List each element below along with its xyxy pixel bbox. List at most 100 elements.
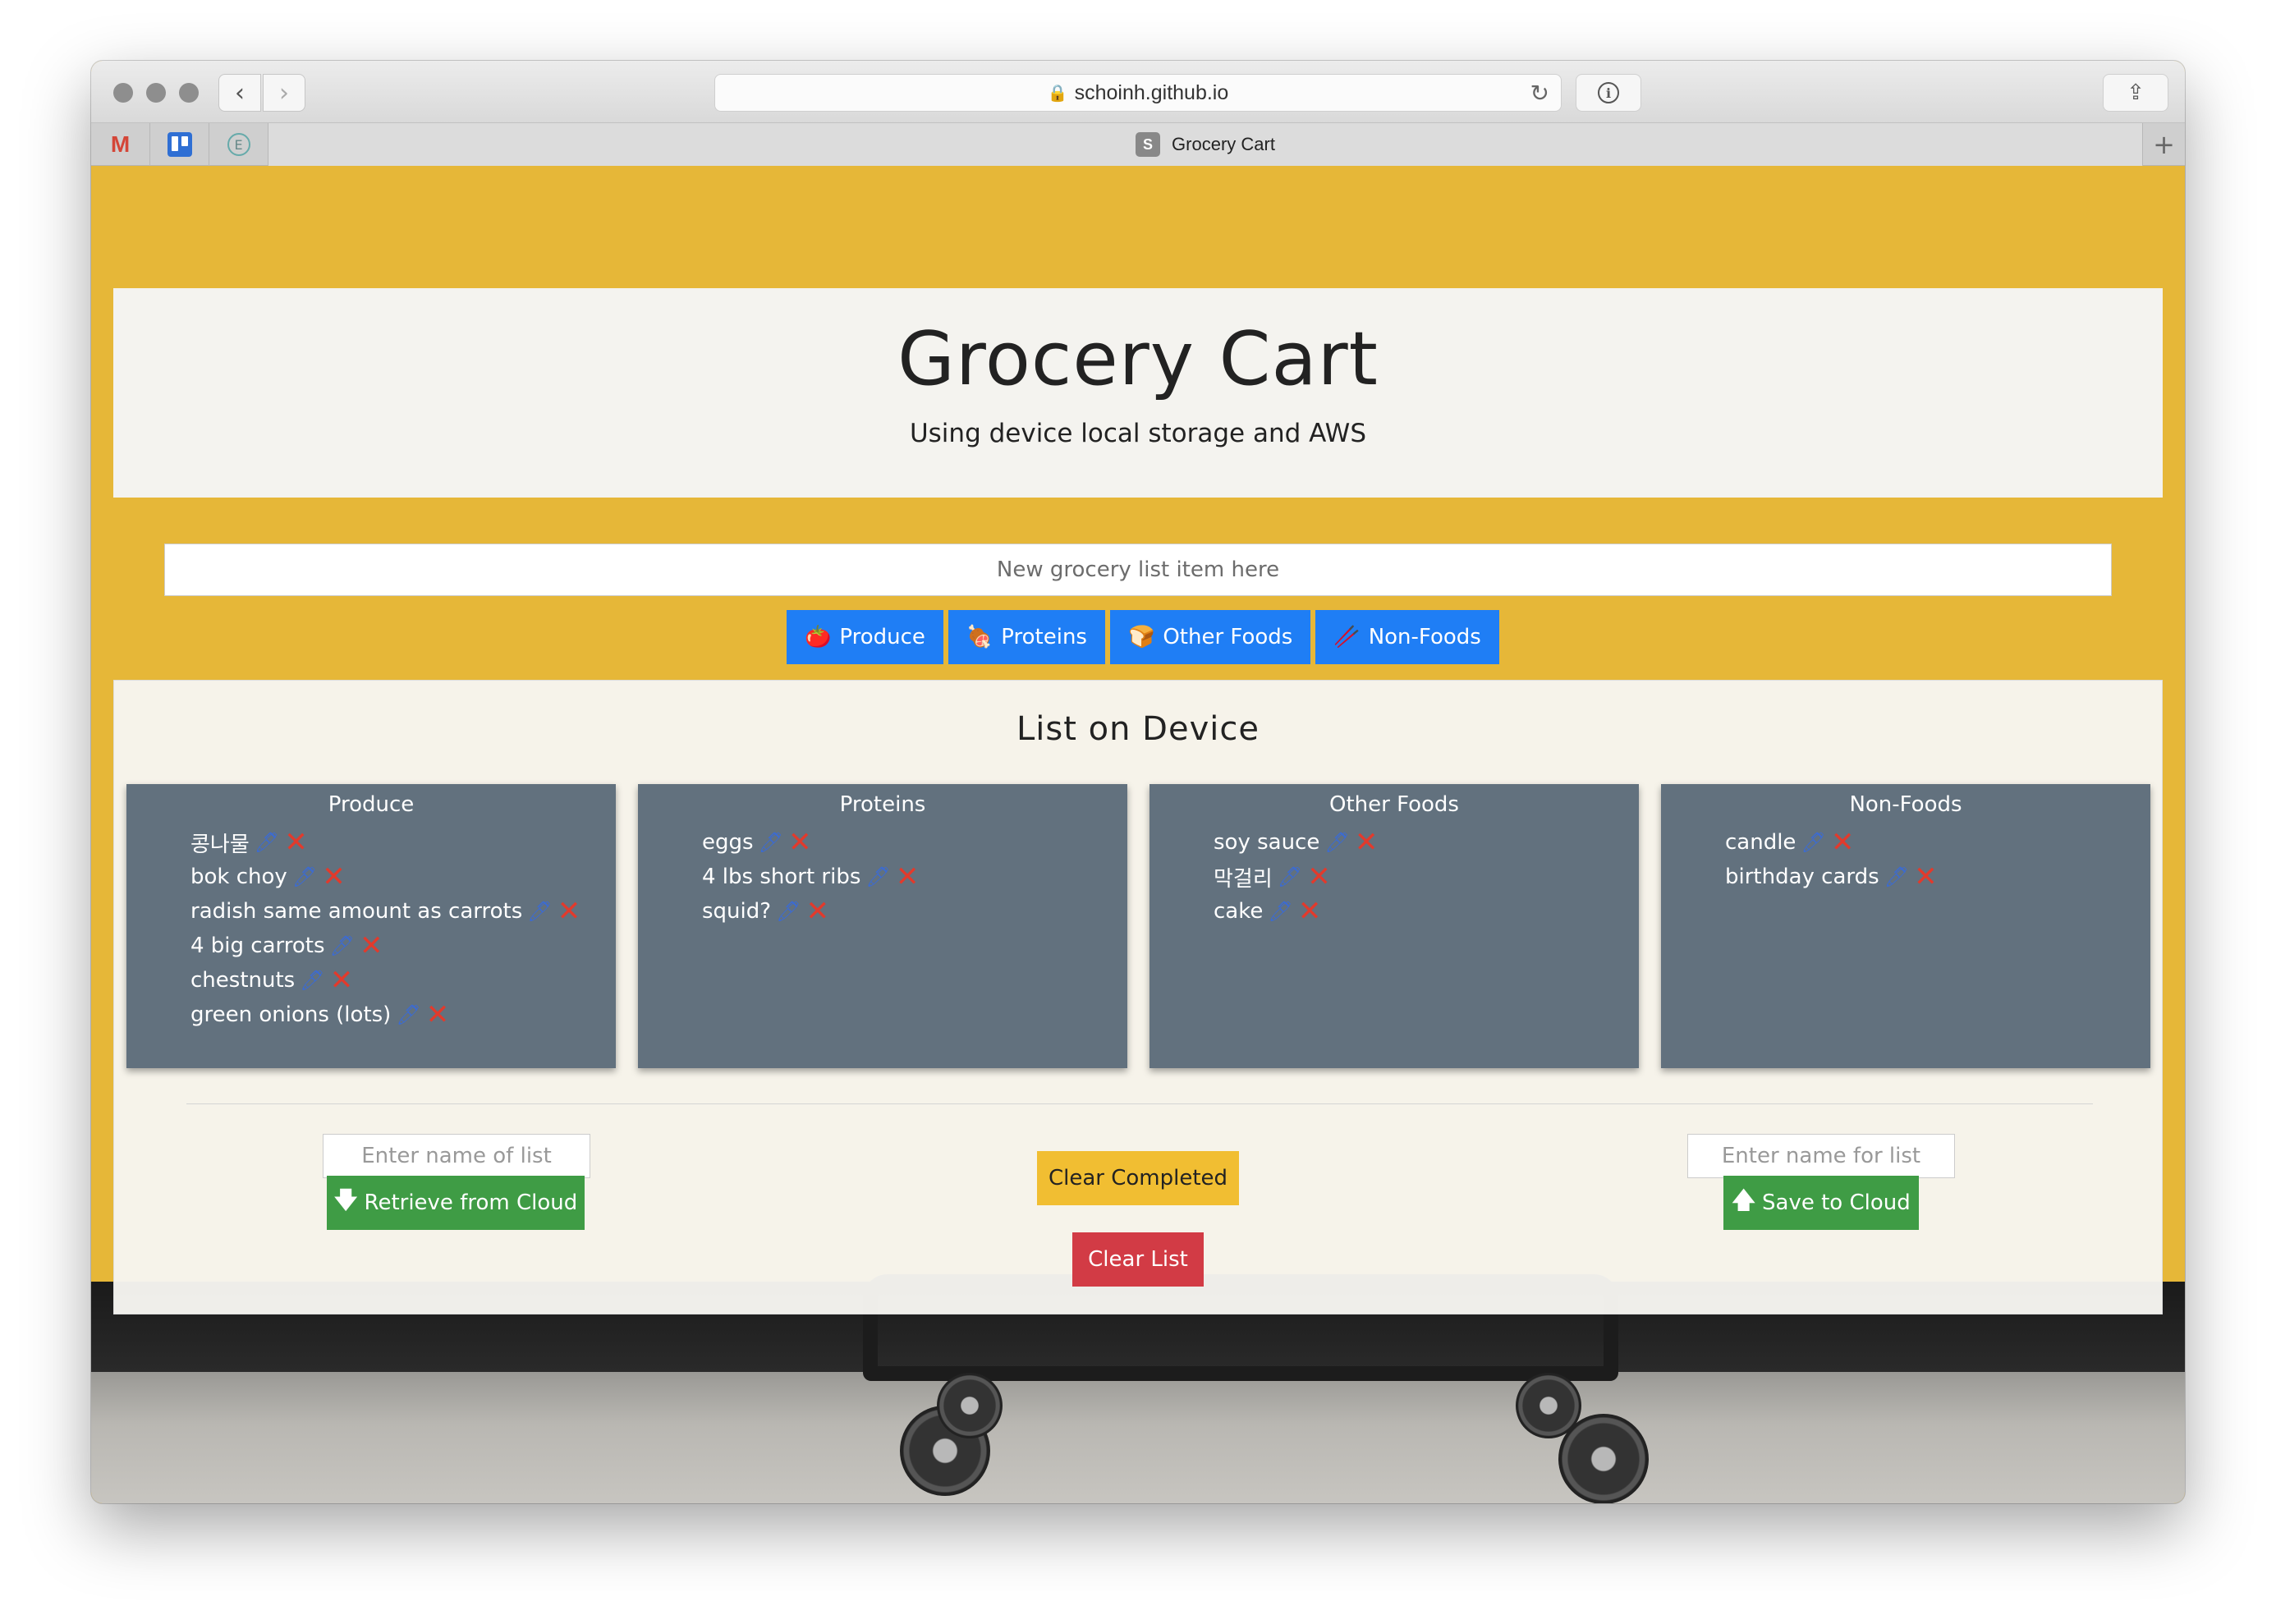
edit-pen-icon[interactable]: 🖊: [330, 934, 355, 957]
other-foods-button[interactable]: 🍞 Other Foods: [1109, 610, 1311, 664]
produce-button-label: Produce: [839, 625, 925, 649]
delete-x-icon[interactable]: ✕: [426, 998, 450, 1031]
arrow-up-icon: 🡅: [1732, 1186, 1756, 1213]
delete-x-icon[interactable]: ✕: [284, 826, 308, 859]
save-to-cloud-button[interactable]: 🡅 Save to Cloud: [1723, 1176, 1919, 1230]
delete-x-icon[interactable]: ✕: [788, 826, 812, 859]
edit-pen-icon[interactable]: 🖊: [255, 831, 279, 854]
list-item[interactable]: 4 big carrots 🖊 ✕: [190, 929, 616, 963]
produce-button[interactable]: 🍅 Produce: [787, 610, 943, 664]
column-title: Proteins: [839, 792, 926, 817]
retrieve-list-name-input[interactable]: [323, 1134, 590, 1178]
chevron-left-icon: ‹: [235, 78, 245, 108]
minimize-window-button[interactable]: [146, 83, 166, 103]
edit-pen-icon[interactable]: 🖊: [776, 900, 801, 923]
non-foods-column: Non-Foods candle 🖊 ✕ birthday cards 🖊 ✕: [1661, 784, 2150, 1068]
info-icon: i: [1598, 82, 1619, 103]
proteins-button[interactable]: 🍖 Proteins: [948, 610, 1105, 664]
evernote-icon: E: [227, 133, 250, 156]
edit-pen-icon[interactable]: 🖊: [1884, 865, 1909, 888]
delete-x-icon[interactable]: ✕: [896, 860, 920, 893]
edit-pen-icon[interactable]: 🖊: [1324, 831, 1349, 854]
clear-completed-button[interactable]: Clear Completed: [1037, 1151, 1239, 1205]
delete-x-icon[interactable]: ✕: [1831, 826, 1855, 859]
list-item[interactable]: bok choy 🖊 ✕: [190, 860, 616, 894]
list-item[interactable]: squid? 🖊 ✕: [702, 894, 1127, 929]
list-item-text: 4 lbs short ribs: [702, 865, 861, 889]
delete-x-icon[interactable]: ✕: [558, 895, 581, 928]
list-item[interactable]: 막걸리 🖊 ✕: [1214, 860, 1639, 894]
edit-pen-icon[interactable]: 🖊: [1268, 900, 1292, 923]
retrieve-button-label: Retrieve from Cloud: [364, 1190, 578, 1215]
produce-column: Produce 콩나물 🖊 ✕ bok choy 🖊 ✕ radish same amoun…: [126, 784, 616, 1068]
zoom-window-button[interactable]: [179, 83, 199, 103]
pinned-tab-trello[interactable]: [150, 123, 209, 166]
list-item[interactable]: cake 🖊 ✕: [1214, 894, 1639, 929]
delete-x-icon[interactable]: ✕: [1914, 860, 1938, 893]
retrieve-from-cloud-button[interactable]: 🡇 Retrieve from Cloud: [327, 1176, 585, 1230]
list-item[interactable]: candle 🖊 ✕: [1725, 825, 2150, 860]
list-item[interactable]: birthday cards 🖊 ✕: [1725, 860, 2150, 894]
list-item[interactable]: 4 lbs short ribs 🖊 ✕: [702, 860, 1127, 894]
close-window-button[interactable]: [113, 83, 133, 103]
save-button-label: Save to Cloud: [1762, 1190, 1911, 1215]
edit-pen-icon[interactable]: 🖊: [527, 900, 552, 923]
list-item-text: squid?: [702, 899, 772, 924]
delete-x-icon[interactable]: ✕: [1298, 895, 1322, 928]
other-foods-button-label: Other Foods: [1163, 625, 1293, 649]
delete-x-icon[interactable]: ✕: [806, 895, 830, 928]
column-title: Produce: [328, 792, 415, 817]
list-item[interactable]: 콩나물 🖊 ✕: [190, 825, 616, 860]
edit-pen-icon[interactable]: 🖊: [1278, 865, 1302, 888]
list-item[interactable]: soy sauce 🖊 ✕: [1214, 825, 1639, 860]
forward-button[interactable]: ›: [263, 74, 305, 112]
list-item[interactable]: green onions (lots) 🖊 ✕: [190, 998, 616, 1032]
page-content: Grocery Cart Using device local storage …: [91, 166, 2185, 1503]
url-text: schoinh.github.io: [1074, 80, 1229, 104]
list-item-text: birthday cards: [1725, 865, 1879, 889]
save-list-name-input[interactable]: [1687, 1134, 1955, 1178]
list-panel: List on Device Produce 콩나물 🖊 ✕ bok choy 🖊 ✕ ra…: [113, 680, 2163, 1314]
address-bar[interactable]: 🔒 schoinh.github.io ↻: [714, 74, 1562, 112]
edit-pen-icon[interactable]: 🖊: [1801, 831, 1825, 854]
delete-x-icon[interactable]: ✕: [1355, 826, 1379, 859]
list-item-text: cake: [1214, 899, 1264, 924]
edit-pen-icon[interactable]: 🖊: [300, 969, 324, 992]
browser-window: ‹ › 🔒 schoinh.github.io ↻ i ⇪ M E S Groc…: [91, 61, 2185, 1503]
plus-icon: +: [2153, 129, 2175, 160]
column-title: Non-Foods: [1849, 792, 1962, 817]
list-item[interactable]: chestnuts 🖊 ✕: [190, 963, 616, 998]
list-item[interactable]: radish same amount as carrots 🖊 ✕: [190, 894, 616, 929]
background-cart-wheel: [937, 1373, 1003, 1438]
clear-list-button[interactable]: Clear List: [1072, 1232, 1204, 1287]
list-item-text: 막걸리: [1214, 866, 1273, 892]
list-item-text: eggs: [702, 830, 754, 855]
list-item-text: candle: [1725, 830, 1796, 855]
tab-bar: M E S Grocery Cart +: [91, 123, 2185, 166]
delete-x-icon[interactable]: ✕: [360, 929, 383, 962]
active-tab[interactable]: S Grocery Cart: [268, 123, 2142, 166]
non-foods-button[interactable]: 🥢 Non-Foods: [1315, 610, 1499, 664]
list-item[interactable]: eggs 🖊 ✕: [702, 825, 1127, 860]
info-button[interactable]: i: [1576, 74, 1641, 112]
bread-icon: 🍞: [1127, 625, 1155, 649]
new-item-input[interactable]: [164, 544, 2112, 596]
arrow-down-icon: 🡇: [333, 1186, 358, 1213]
pinned-tab-evernote[interactable]: E: [209, 123, 268, 166]
edit-pen-icon[interactable]: 🖊: [759, 831, 783, 854]
header-banner: Grocery Cart Using device local storage …: [113, 288, 2163, 498]
delete-x-icon[interactable]: ✕: [322, 860, 346, 893]
new-tab-button[interactable]: +: [2142, 123, 2185, 166]
delete-x-icon[interactable]: ✕: [330, 964, 354, 997]
background-floor: [91, 1372, 2185, 1503]
pinned-tab-gmail[interactable]: M: [91, 123, 150, 166]
background-cart-wheel: [1516, 1373, 1581, 1438]
delete-x-icon[interactable]: ✕: [1307, 860, 1331, 893]
edit-pen-icon[interactable]: 🖊: [865, 865, 890, 888]
share-button[interactable]: ⇪: [2103, 74, 2168, 112]
back-button[interactable]: ‹: [218, 74, 261, 112]
edit-pen-icon[interactable]: 🖊: [292, 865, 317, 888]
reload-icon[interactable]: ↻: [1530, 80, 1549, 107]
edit-pen-icon[interactable]: 🖊: [396, 1003, 420, 1026]
tomato-icon: 🍅: [805, 625, 832, 649]
